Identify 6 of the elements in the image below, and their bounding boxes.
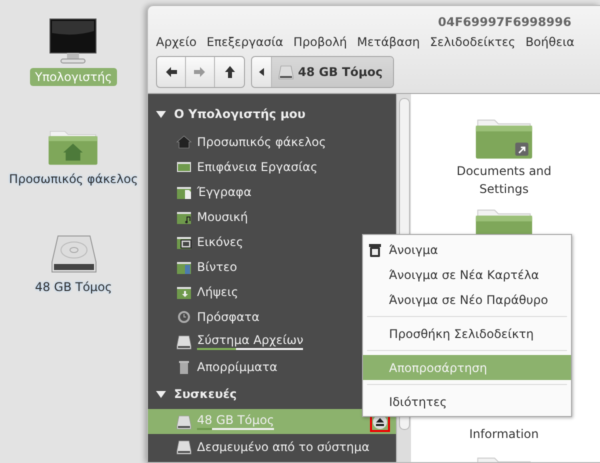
sidebar-item-label: 48 GB Τόμος bbox=[197, 413, 274, 427]
sidebar-heading: Συσκευές bbox=[174, 387, 237, 401]
sidebar-heading: Ο Υπολογιστής μου bbox=[174, 107, 306, 121]
window-title: 04F69997F6998996 bbox=[437, 14, 572, 31]
file-name: Documents and Settings bbox=[456, 163, 552, 198]
file-name: Information bbox=[469, 426, 539, 443]
